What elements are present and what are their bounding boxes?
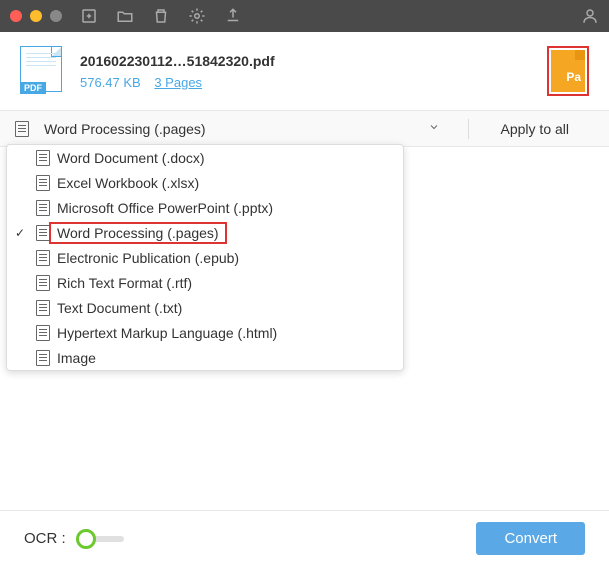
doc-icon [29, 300, 57, 316]
doc-icon [29, 325, 57, 341]
doc-icon [29, 150, 57, 166]
close-window-button[interactable] [10, 10, 22, 22]
divider [468, 119, 469, 139]
dropdown-item-label: Excel Workbook (.xlsx) [57, 175, 395, 191]
dropdown-item[interactable]: Text Document (.txt) [7, 295, 403, 320]
dropdown-item[interactable]: Excel Workbook (.xlsx) [7, 170, 403, 195]
pdf-badge: PDF [20, 82, 46, 94]
dropdown-item[interactable]: Hypertext Markup Language (.html) [7, 320, 403, 345]
doc-icon [29, 175, 57, 191]
dropdown-item[interactable]: ✓ Word Processing (.pages) [7, 220, 403, 245]
apply-to-all-button[interactable]: Apply to all [481, 121, 609, 137]
dropdown-item-label: Microsoft Office PowerPoint (.pptx) [57, 200, 395, 216]
trash-icon[interactable] [152, 7, 170, 25]
dropdown-item[interactable]: Microsoft Office PowerPoint (.pptx) [7, 195, 403, 220]
check-icon: ✓ [15, 226, 29, 240]
chevron-down-icon[interactable] [428, 120, 440, 138]
doc-icon [29, 350, 57, 366]
pages-link[interactable]: 3 Pages [154, 75, 202, 90]
format-dropdown-menu: Word Document (.docx) Excel Workbook (.xl… [6, 144, 404, 371]
gear-icon[interactable] [188, 7, 206, 25]
output-format-badge: Pa [547, 46, 589, 96]
dropdown-item-label: Text Document (.txt) [57, 300, 395, 316]
dropdown-item-label: Hypertext Markup Language (.html) [57, 325, 395, 341]
dropdown-item[interactable]: Image [7, 345, 403, 370]
export-icon[interactable] [224, 7, 242, 25]
minimize-window-button[interactable] [30, 10, 42, 22]
pdf-file-icon: PDF [20, 46, 62, 96]
file-name: 201602230112…51842320.pdf [80, 53, 547, 69]
format-dropdown-trigger[interactable]: Word Processing (.pages) [44, 121, 428, 137]
dropdown-item-label: Rich Text Format (.rtf) [57, 275, 395, 291]
fullscreen-window-button[interactable] [50, 10, 62, 22]
file-size: 576.47 KB [80, 75, 141, 90]
window-controls [10, 10, 62, 22]
format-selector-row: Word Processing (.pages) Apply to all [0, 111, 609, 147]
doc-icon [29, 275, 57, 291]
dropdown-item[interactable]: Electronic Publication (.epub) [7, 245, 403, 270]
file-row: PDF 201602230112…51842320.pdf 576.47 KB … [0, 32, 609, 111]
add-file-icon[interactable] [80, 7, 98, 25]
dropdown-item-label: Word Document (.docx) [57, 150, 395, 166]
file-info: 201602230112…51842320.pdf 576.47 KB 3 Pa… [80, 53, 547, 90]
ocr-toggle[interactable] [76, 529, 124, 549]
doc-icon [29, 250, 57, 266]
convert-button[interactable]: Convert [476, 522, 585, 555]
toolbar [80, 7, 242, 25]
doc-icon [29, 200, 57, 216]
ocr-label: OCR : [24, 530, 66, 547]
titlebar [0, 0, 609, 32]
dropdown-item-label: Electronic Publication (.epub) [57, 250, 395, 266]
footer: OCR : Convert [0, 510, 609, 566]
dropdown-item[interactable]: Rich Text Format (.rtf) [7, 270, 403, 295]
dropdown-item-label: Word Processing (.pages) [57, 225, 219, 241]
folder-icon[interactable] [116, 7, 134, 25]
dropdown-item-label: Image [57, 350, 395, 366]
selected-format-label: Word Processing (.pages) [44, 121, 206, 137]
output-format-label: Pa [566, 70, 581, 84]
doc-icon [0, 121, 44, 137]
dropdown-item[interactable]: Word Document (.docx) [7, 145, 403, 170]
user-icon[interactable] [581, 7, 599, 25]
